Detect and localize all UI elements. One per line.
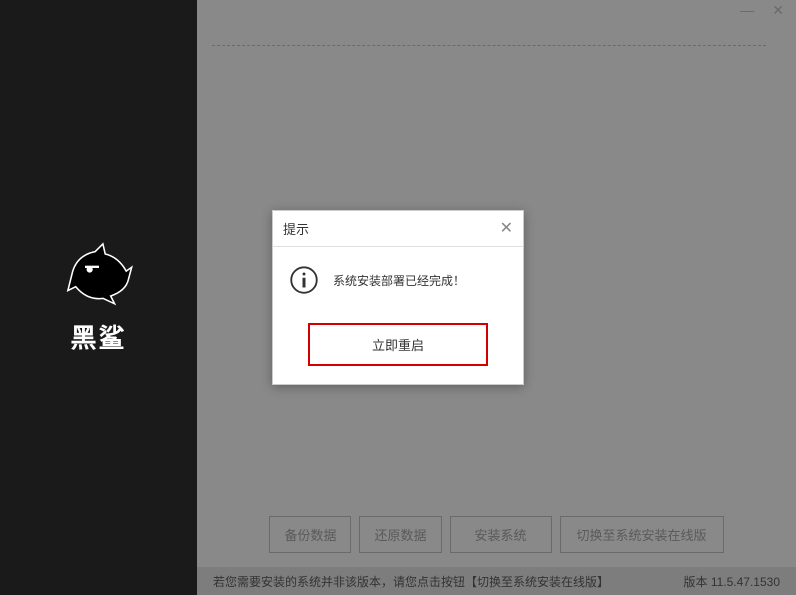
modal-header: 提示 ✕ — [273, 211, 523, 247]
modal-message: 系统安装部署已经完成！ — [333, 272, 465, 289]
restart-button[interactable]: 立即重启 — [308, 323, 488, 366]
info-icon — [289, 265, 319, 295]
modal-close-button[interactable]: ✕ — [500, 221, 513, 237]
modal-footer: 立即重启 — [273, 311, 523, 384]
modal-overlay: 提示 ✕ 系统安装部署已经完成！ 立即重启 — [0, 0, 796, 595]
modal-title: 提示 — [283, 219, 309, 238]
modal-body: 系统安装部署已经完成！ — [273, 247, 523, 311]
modal-dialog: 提示 ✕ 系统安装部署已经完成！ 立即重启 — [272, 210, 524, 385]
